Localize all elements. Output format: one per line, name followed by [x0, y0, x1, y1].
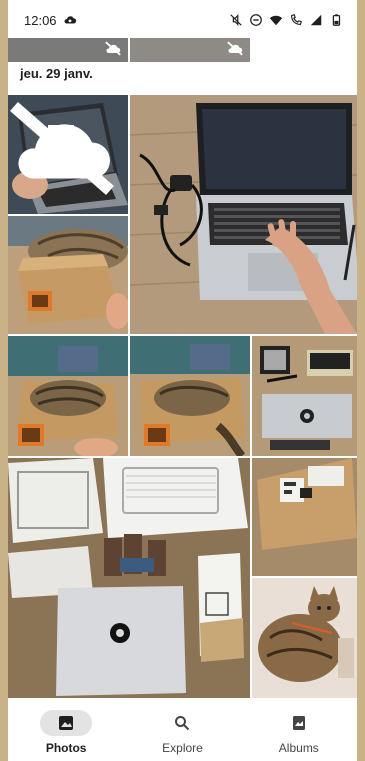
photo-parts-top[interactable] [252, 336, 357, 456]
nav-explore-label: Explore [162, 741, 203, 755]
albums-icon [292, 716, 305, 730]
photo-cat-box-3[interactable] [130, 336, 250, 456]
nav-photos-label: Photos [45, 741, 87, 755]
bottom-navigation: Photos Explore Albums [8, 698, 357, 761]
nav-explore-indicator [156, 710, 208, 736]
search-icon [175, 716, 190, 731]
photo-laptop-qr[interactable] [8, 95, 128, 214]
nav-albums-indicator [273, 710, 325, 736]
photo-cat-box-1[interactable] [8, 216, 128, 334]
photos-icon [59, 716, 74, 730]
nav-explore[interactable]: Explore [132, 710, 232, 755]
photo-laptop-desk[interactable] [130, 95, 357, 334]
photo-cat-box-2[interactable] [8, 336, 128, 456]
nav-albums[interactable]: Albums [249, 710, 349, 755]
photo-cat-bed[interactable] [252, 578, 357, 698]
photo-grid [8, 0, 357, 761]
nav-albums-label: Albums [278, 741, 319, 755]
photo-shipping-box[interactable] [252, 458, 357, 576]
cloud-off-icon [10, 101, 114, 196]
photo-unboxing[interactable] [8, 458, 250, 698]
phone-screen: 12:06 jeu. 29 janv. Photos Explore Album… [8, 0, 357, 761]
nav-photos-indicator [40, 710, 93, 736]
nav-photos[interactable]: Photos [16, 710, 116, 755]
